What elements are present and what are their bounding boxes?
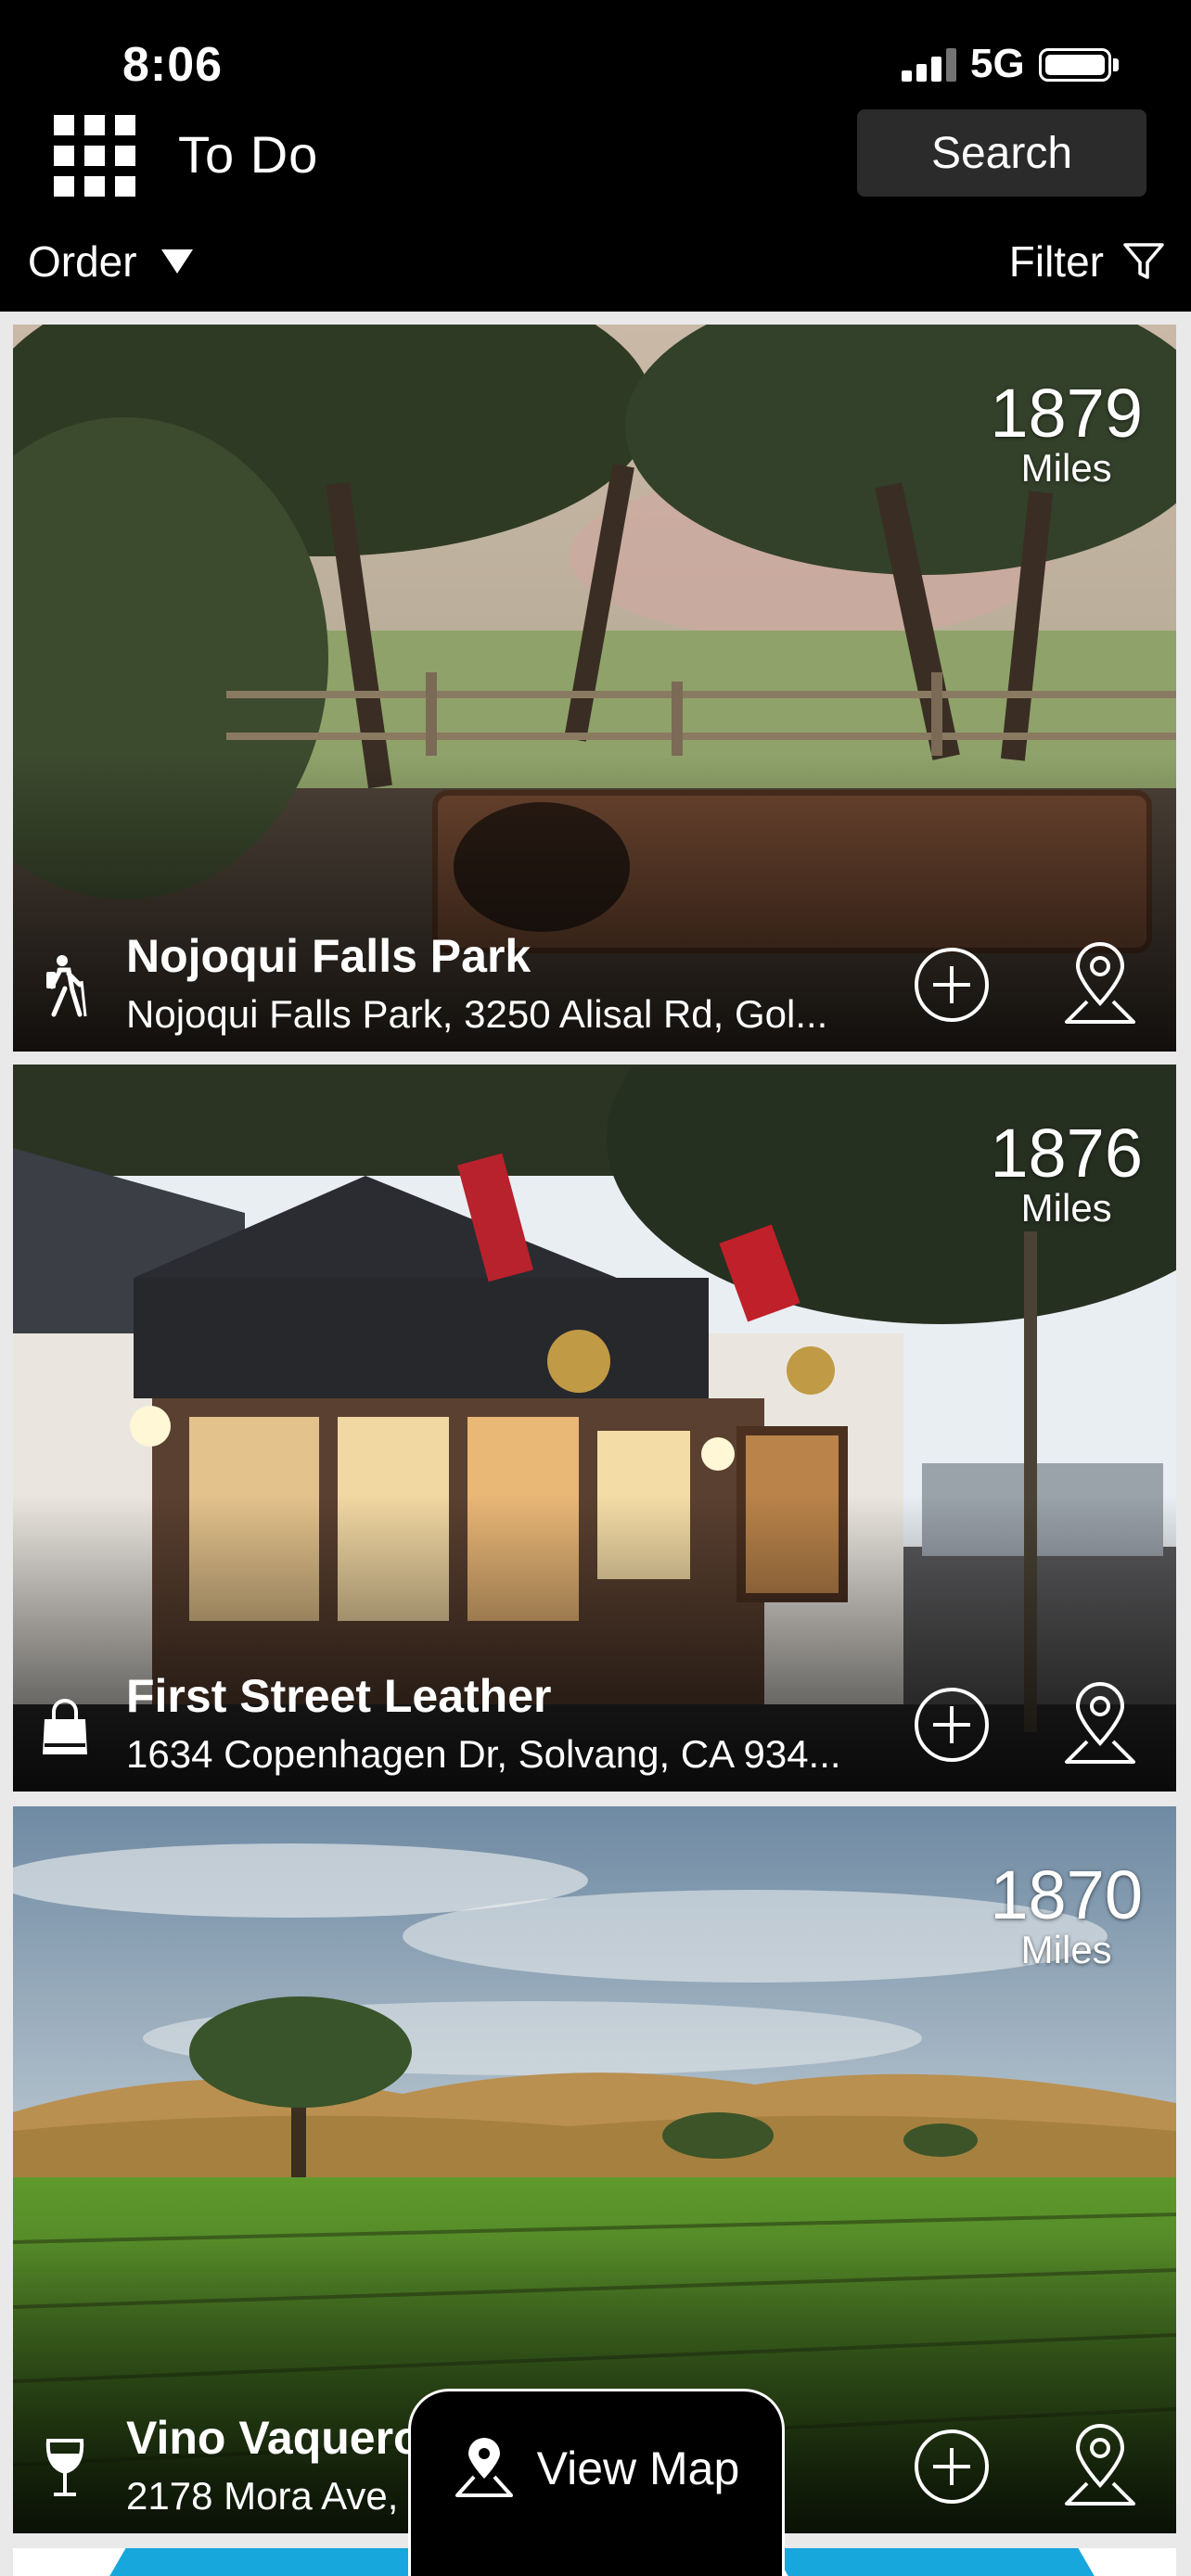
distance-badge: 1870 Miles xyxy=(990,1860,1143,1970)
funnel-icon xyxy=(1123,243,1164,279)
sort-filter-toolbar: Order Filter xyxy=(0,204,1191,312)
place-address: Nojoqui Falls Park, 3250 Alisal Rd, Gol.… xyxy=(126,992,828,1036)
map-pin-icon[interactable] xyxy=(1061,940,1139,1026)
grid-menu-icon[interactable] xyxy=(54,115,135,197)
add-icon[interactable] xyxy=(913,946,991,1024)
battery-icon xyxy=(1039,48,1111,82)
page-title: To Do xyxy=(178,125,319,184)
hiking-icon xyxy=(46,955,87,1017)
place-address: 1634 Copenhagen Dr, Solvang, CA 934... xyxy=(126,1732,841,1776)
shopping-bag-icon xyxy=(43,1699,87,1754)
distance-unit: Miles xyxy=(1020,1186,1112,1230)
todo-screen: 8:06 5G To Do Search Order Filter 1879 M… xyxy=(0,0,1191,2576)
distance-unit: Miles xyxy=(1020,1928,1112,1971)
battery-cap xyxy=(1113,58,1119,71)
filter-button[interactable]: Filter xyxy=(1009,237,1165,286)
distance-value: 1876 xyxy=(990,1115,1143,1192)
distance-value: 1879 xyxy=(990,375,1143,452)
distance-unit: Miles xyxy=(1020,446,1112,490)
map-pin-icon xyxy=(455,2438,513,2497)
search-button[interactable]: Search xyxy=(857,109,1146,197)
place-name: Nojoqui Falls Park xyxy=(126,930,531,982)
filter-label: Filter xyxy=(1008,237,1104,286)
status-bar: 8:06 5G xyxy=(0,0,1191,102)
status-time: 8:06 xyxy=(122,38,224,92)
add-icon[interactable] xyxy=(913,2428,991,2506)
place-name: First Street Leather xyxy=(126,1670,552,1722)
distance-badge: 1876 Miles xyxy=(990,1118,1143,1228)
map-pin-icon[interactable] xyxy=(1061,2422,1139,2507)
view-map-label: View Map xyxy=(536,2442,740,2494)
network-label: 5G xyxy=(970,41,1025,86)
place-card[interactable]: 1879 Miles Nojoqui Falls Park Nojoqui Fa… xyxy=(13,325,1176,1052)
wine-glass-icon xyxy=(45,2439,84,2496)
signal-icon xyxy=(902,48,957,82)
place-card[interactable]: 1876 Miles First Street Leather 1634 Cop… xyxy=(13,1065,1176,1792)
caret-down-icon xyxy=(160,249,193,274)
add-icon[interactable] xyxy=(913,1686,991,1764)
distance-badge: 1879 Miles xyxy=(990,378,1143,488)
order-dropdown[interactable]: Order xyxy=(28,237,193,286)
distance-value: 1870 xyxy=(990,1856,1143,1933)
order-label: Order xyxy=(28,237,137,286)
app-header: To Do Search xyxy=(0,102,1191,204)
view-map-button[interactable]: View Map xyxy=(408,2389,785,2576)
map-pin-icon[interactable] xyxy=(1061,1680,1139,1766)
